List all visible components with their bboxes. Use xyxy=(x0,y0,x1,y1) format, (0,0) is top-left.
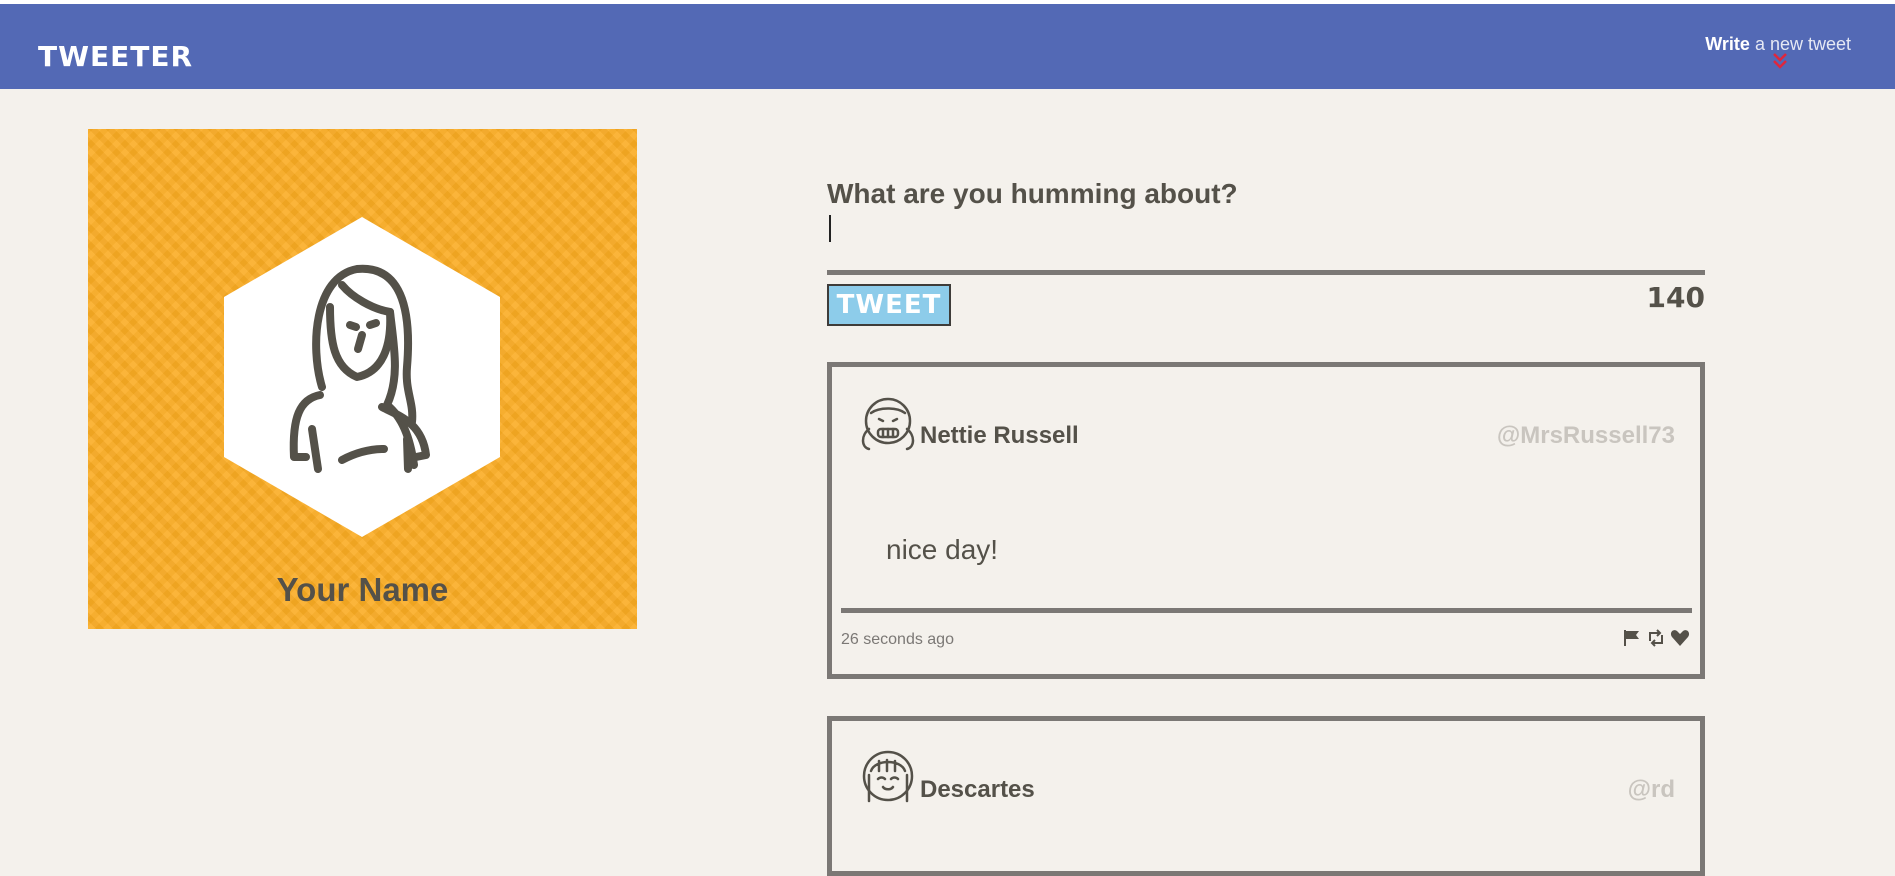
compose-toggle-rest: a new tweet xyxy=(1749,34,1851,54)
brand-logo[interactable]: TWEETER xyxy=(38,40,193,73)
girl-bangs-avatar-icon xyxy=(862,750,914,803)
tweet-timestamp: 26 seconds ago xyxy=(841,631,954,648)
flag-icon[interactable] xyxy=(1622,629,1642,647)
girl-pigtails-avatar-icon xyxy=(861,397,915,451)
tweet-author-handle[interactable]: @MrsRussell73 xyxy=(1497,422,1675,450)
tweet-submit-button[interactable]: TWEET xyxy=(827,284,951,326)
tweet-divider xyxy=(841,608,1692,613)
tweet-card: Descartes @rd xyxy=(827,716,1705,876)
top-nav: TWEETER Write a new tweet xyxy=(0,4,1895,89)
compose-toggle-bold: Write xyxy=(1705,34,1750,54)
char-counter: 140 xyxy=(1646,281,1705,314)
woman-avatar-icon xyxy=(224,217,500,537)
compose-divider xyxy=(827,270,1705,275)
tweet-author-name[interactable]: Nettie Russell xyxy=(920,422,1079,450)
compose-toggle-button[interactable]: Write a new tweet xyxy=(1705,34,1851,69)
tweet-author-handle[interactable]: @rd xyxy=(1628,776,1675,804)
compose-label: What are you humming about? xyxy=(827,178,1238,209)
profile-name: Your Name xyxy=(276,571,449,608)
heart-icon[interactable] xyxy=(1670,629,1690,647)
tweet-card: Nettie Russell @MrsRussell73 nice day! 2… xyxy=(827,362,1705,679)
profile-card: Your Name xyxy=(88,129,637,629)
tweet-author-name[interactable]: Descartes xyxy=(920,776,1035,804)
compose-input[interactable] xyxy=(827,212,1705,252)
tweet-actions xyxy=(1622,629,1690,647)
text-caret xyxy=(829,215,831,242)
double-chevron-down-icon xyxy=(1773,53,1788,69)
retweet-icon[interactable] xyxy=(1646,629,1666,647)
tweet-body: nice day! xyxy=(886,534,999,565)
